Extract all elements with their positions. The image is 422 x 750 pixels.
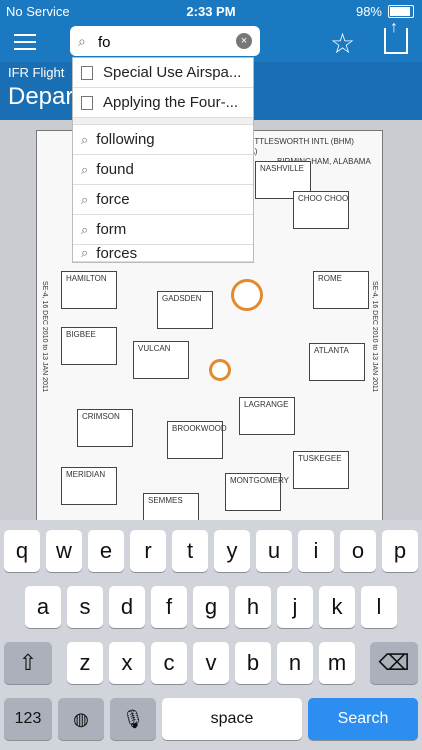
- station-box: MERIDIAN: [61, 467, 117, 505]
- airport-pin-icon[interactable]: [231, 279, 263, 311]
- shift-icon[interactable]: ⇧: [4, 642, 52, 684]
- key[interactable]: n: [277, 642, 313, 684]
- menu-icon[interactable]: [14, 34, 36, 50]
- station-box: BROOKWOOD: [167, 421, 227, 459]
- key[interactable]: h: [235, 586, 271, 628]
- key[interactable]: p: [382, 530, 418, 572]
- backspace-icon[interactable]: ⌫: [370, 642, 418, 684]
- station-box: TUSKEGEE: [293, 451, 349, 489]
- space-key[interactable]: space: [162, 698, 302, 740]
- search-icon: ⌕: [81, 161, 89, 177]
- document-icon: [81, 95, 93, 110]
- key[interactable]: f: [151, 586, 187, 628]
- station-box: CHOO CHOO: [293, 191, 349, 229]
- station-box: GADSDEN: [157, 291, 213, 329]
- globe-icon[interactable]: ◍: [58, 698, 104, 740]
- chart-dates-right: SE-4, 16 DEC 2010 to 13 JAN 2011: [371, 281, 378, 393]
- station-box: HAMILTON: [61, 271, 117, 309]
- key[interactable]: b: [235, 642, 271, 684]
- station-box: ROME: [313, 271, 369, 309]
- search-icon: ⌕: [81, 191, 89, 207]
- location-pin-icon[interactable]: [209, 359, 231, 381]
- star-add-icon[interactable]: ☆: [330, 27, 355, 60]
- share-icon[interactable]: [384, 19, 408, 54]
- station-box: VULCAN: [133, 341, 189, 379]
- key[interactable]: y: [214, 530, 250, 572]
- document-icon: [81, 65, 93, 80]
- key[interactable]: z: [67, 642, 103, 684]
- key[interactable]: r: [130, 530, 166, 572]
- search-box[interactable]: ⌕ ×: [70, 26, 260, 56]
- search-icon: ⌕: [81, 131, 89, 147]
- key[interactable]: v: [193, 642, 229, 684]
- suggestion-word[interactable]: ⌕ forces: [73, 245, 253, 262]
- key[interactable]: i: [298, 530, 334, 572]
- key[interactable]: g: [193, 586, 229, 628]
- key[interactable]: e: [88, 530, 124, 572]
- search-key[interactable]: Search: [308, 698, 418, 740]
- chart-dates-left: SE-4, 16 DEC 2010 to 13 JAN 2011: [41, 281, 48, 393]
- key[interactable]: a: [25, 586, 61, 628]
- key[interactable]: w: [46, 530, 82, 572]
- station-box: SEMMES: [143, 493, 199, 520]
- key[interactable]: u: [256, 530, 292, 572]
- search-suggestions: Special Use Airspa... Applying the Four-…: [72, 57, 254, 263]
- search-icon: ⌕: [81, 245, 89, 260]
- key[interactable]: d: [109, 586, 145, 628]
- search-icon: ⌕: [78, 33, 86, 49]
- clear-icon[interactable]: ×: [236, 33, 252, 49]
- key[interactable]: s: [67, 586, 103, 628]
- station-box: CRIMSON: [77, 409, 133, 447]
- suggestion-word[interactable]: ⌕ force: [73, 185, 253, 215]
- key[interactable]: x: [109, 642, 145, 684]
- status-bar: No Service 2:33 PM 98%: [0, 0, 422, 22]
- status-right: 98%: [356, 4, 414, 19]
- numbers-key[interactable]: 123: [4, 698, 52, 740]
- search-input[interactable]: [96, 31, 240, 53]
- station-box: ATLANTA: [309, 343, 365, 381]
- key[interactable]: c: [151, 642, 187, 684]
- nav-bar: ⌕ × ☆: [0, 19, 422, 62]
- suggestion-word[interactable]: ⌕ form: [73, 215, 253, 245]
- key[interactable]: j: [277, 586, 313, 628]
- keyboard: q w e r t y u i o p a s d f g h j k l ⇧ …: [0, 520, 422, 750]
- key[interactable]: l: [361, 586, 397, 628]
- suggestion-document[interactable]: Special Use Airspa...: [73, 58, 253, 88]
- suggestion-document[interactable]: Applying the Four-...: [73, 88, 253, 118]
- battery-percent: 98%: [355, 4, 382, 19]
- station-box: BIGBEE: [61, 327, 117, 365]
- key[interactable]: o: [340, 530, 376, 572]
- key[interactable]: m: [319, 642, 355, 684]
- station-box: MONTGOMERY: [225, 473, 289, 511]
- battery-icon: [388, 5, 414, 18]
- station-box: LAGRANGE: [239, 397, 295, 435]
- key[interactable]: q: [4, 530, 40, 572]
- key[interactable]: k: [319, 586, 355, 628]
- key[interactable]: t: [172, 530, 208, 572]
- suggestion-word[interactable]: ⌕ found: [73, 155, 253, 185]
- search-icon: ⌕: [81, 221, 89, 237]
- suggestion-word[interactable]: ⌕ following: [73, 125, 253, 155]
- mic-icon[interactable]: 🎙: [110, 698, 156, 740]
- breadcrumb: IFR Flight: [8, 65, 65, 80]
